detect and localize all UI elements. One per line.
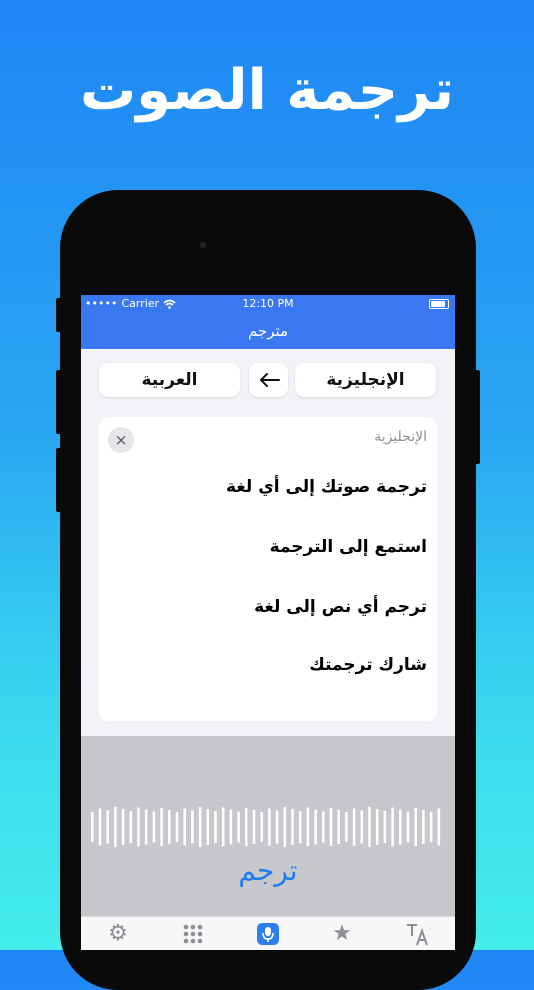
waveform-bar [114,807,117,847]
waveform-bar [329,808,333,846]
source-language-button[interactable]: الإنجليزية [295,363,436,397]
waveform-bar [198,807,202,847]
waveform-bar [322,811,325,843]
waveform-bar [129,811,133,843]
feature-line-1: ترجمة صوتك إلى أي لغة [226,477,427,497]
waveform-bar [345,812,348,842]
waveform-bar [352,808,356,846]
waveform-bar [268,808,271,846]
waveform-bar [360,810,364,844]
waveform-bar [414,808,417,846]
waveform-bar [383,811,387,843]
swap-languages-button[interactable] [249,363,288,397]
waveform-bar [152,811,156,843]
microphone-icon [257,923,279,945]
feature-line-2: استمع إلى الترجمة [269,537,427,557]
waveform-bar [175,812,179,842]
status-bar: ••••• Carrier 12:10 PM [81,295,455,313]
waveform-bar [260,812,263,842]
waveform-bar [144,809,148,845]
translation-card: الإنجليزية × ترجمة صوتك إلى أي لغة استمع… [99,417,437,721]
tab-voice[interactable] [253,921,283,947]
close-icon[interactable]: × [108,427,134,453]
waveform-bar [245,808,248,846]
waveform-bar [160,808,163,846]
text-translate-icon [407,924,428,946]
waveform-bar [191,810,194,844]
waveform-bar [237,811,240,843]
headline: ترجمة الصوت [79,58,454,123]
waveform-bar [283,807,287,847]
waveform-bar [206,809,210,845]
waveform-bar [314,809,317,845]
translate-button[interactable]: ترجم [81,854,455,887]
tab-keypad[interactable] [178,921,208,947]
waveform-bar [391,807,394,847]
waveform-bar [399,809,402,845]
feature-line-4: شارك ترجمتك [309,655,427,675]
arrow-left-icon [259,373,280,387]
voice-panel: ترجم [81,736,455,916]
gear-icon: ⚙ [108,921,128,946]
source-language-label: الإنجليزية [374,429,427,445]
waveform-bar [429,812,433,842]
waveform-bar [337,810,340,844]
battery-icon [429,299,449,309]
star-icon: ★ [332,921,352,946]
target-language-button[interactable]: العربية [99,363,240,397]
tab-settings[interactable]: ⚙ [103,921,133,947]
waveform-bar [121,809,125,845]
waveform-bar [221,807,225,847]
waveform-bar [106,810,109,844]
tab-text[interactable] [403,921,433,947]
phone-camera [200,242,206,248]
waveform-bar [368,807,371,847]
grid-icon [183,924,203,944]
tab-favorites[interactable]: ★ [327,921,357,947]
waveform-bar [91,812,94,842]
waveform-bar [168,810,171,844]
waveform-bar [229,809,233,845]
waveform-bar [252,810,256,844]
waveform-bar [291,809,294,845]
waveform-bar [298,811,302,843]
app-screen: ••••• Carrier 12:10 PM مترجم الإنجليزية … [81,295,455,950]
waveform-bar [98,808,102,846]
waveform-bar [275,810,279,844]
waveform-bar [306,807,310,847]
nav-title: مترجم [81,313,455,349]
waveform-bar [214,811,217,843]
waveform-bar [437,808,441,846]
waveform-bar [406,811,410,843]
waveform-bar [183,808,186,846]
feature-line-3: ترجم أي نص إلى لغة [254,597,427,617]
waveform [91,807,441,847]
waveform-bar [422,810,425,844]
waveform-bar [375,809,379,845]
waveform-bar [137,807,140,847]
tab-bar: ⚙ ★ [81,916,455,950]
status-time: 12:10 PM [242,297,294,310]
